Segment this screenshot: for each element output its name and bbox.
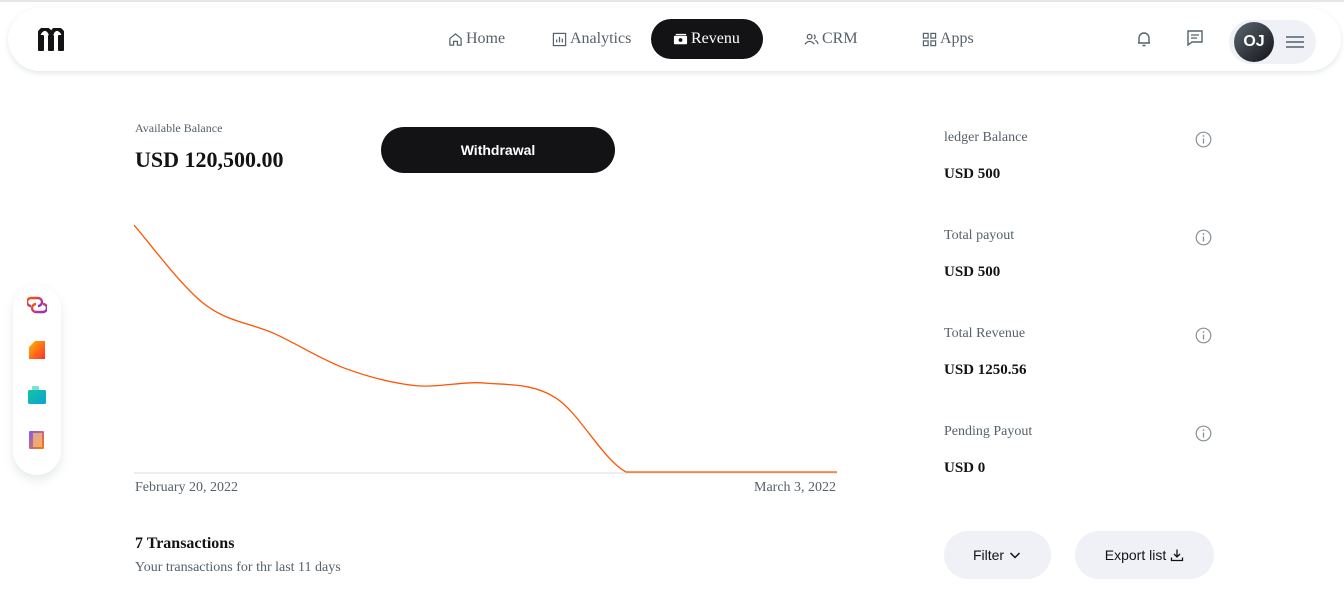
nav-apps[interactable]: Apps bbox=[922, 19, 974, 59]
chart-x-tick-start: February 20, 2022 bbox=[135, 480, 239, 495]
nav-crm-label: CRM bbox=[822, 30, 858, 47]
total-revenue-label: Total Revenue bbox=[944, 326, 1026, 341]
link-in-bio-icon[interactable] bbox=[27, 295, 47, 315]
revenue-line-chart bbox=[134, 224, 837, 474]
analytics-icon bbox=[552, 32, 567, 46]
chevron-down-icon bbox=[1010, 552, 1021, 559]
total-revenue-value: USD 1250.56 bbox=[944, 362, 1027, 378]
nav-apps-label: Apps bbox=[940, 30, 974, 47]
top-navigation-bar: Home Analytics Revenu CRM Apps OJ bbox=[8, 8, 1341, 71]
filter-button-label: Filter bbox=[972, 547, 1005, 563]
info-icon[interactable] bbox=[1195, 425, 1212, 442]
media-kit-icon[interactable] bbox=[27, 385, 47, 405]
available-balance-value: USD 120,500.00 bbox=[135, 147, 284, 172]
export-list-button[interactable]: Export list bbox=[1075, 531, 1214, 579]
chart-x-tick-end: March 3, 2022 bbox=[754, 480, 837, 495]
nav-analytics[interactable]: Analytics bbox=[552, 19, 631, 59]
pending-payout-value: USD 0 bbox=[944, 460, 986, 476]
ledger-balance-value: USD 500 bbox=[944, 166, 1001, 182]
nav-revenue-label: Revenu bbox=[691, 30, 740, 47]
invoicing-icon[interactable] bbox=[27, 430, 47, 450]
nav-analytics-label: Analytics bbox=[570, 30, 632, 47]
message-icon[interactable] bbox=[1186, 29, 1204, 47]
info-icon[interactable] bbox=[1195, 327, 1212, 344]
avatar[interactable]: OJ bbox=[1234, 22, 1274, 62]
profile-menu[interactable]: OJ bbox=[1229, 20, 1316, 64]
download-icon bbox=[1171, 549, 1184, 562]
apps-icon bbox=[922, 32, 937, 46]
total-payout-value: USD 500 bbox=[944, 264, 1001, 280]
info-icon[interactable] bbox=[1195, 131, 1212, 148]
pending-payout-label: Pending Payout bbox=[944, 424, 1033, 439]
total-payout-label: Total payout bbox=[944, 228, 1015, 243]
available-balance-label: Available Balance bbox=[135, 121, 223, 135]
nav-revenue[interactable]: Revenu bbox=[651, 19, 763, 59]
bell-icon[interactable] bbox=[1135, 30, 1153, 48]
nav-home-label: Home bbox=[466, 30, 506, 47]
crm-icon bbox=[804, 33, 819, 45]
top-border bbox=[0, 0, 1344, 2]
store-icon[interactable] bbox=[27, 340, 47, 360]
hamburger-menu-icon[interactable] bbox=[1286, 35, 1304, 49]
export-list-button-label: Export list bbox=[1104, 547, 1167, 563]
ledger-balance-label: ledger Balance bbox=[944, 130, 1028, 145]
info-icon[interactable] bbox=[1195, 229, 1212, 246]
nav-home[interactable]: Home bbox=[448, 19, 505, 59]
mainstack-logo-icon[interactable] bbox=[38, 28, 64, 51]
filter-button[interactable]: Filter bbox=[944, 531, 1051, 579]
withdrawal-button[interactable]: Withdrawal bbox=[381, 127, 615, 173]
revenue-icon bbox=[673, 33, 688, 44]
chart-series-line bbox=[134, 224, 837, 473]
transactions-count-title: 7 Transactions bbox=[135, 535, 235, 552]
transactions-subtitle: Your transactions for thr last 11 days bbox=[135, 560, 341, 575]
nav-crm[interactable]: CRM bbox=[804, 19, 858, 59]
app-sidebar bbox=[13, 285, 61, 475]
home-icon bbox=[449, 32, 462, 46]
